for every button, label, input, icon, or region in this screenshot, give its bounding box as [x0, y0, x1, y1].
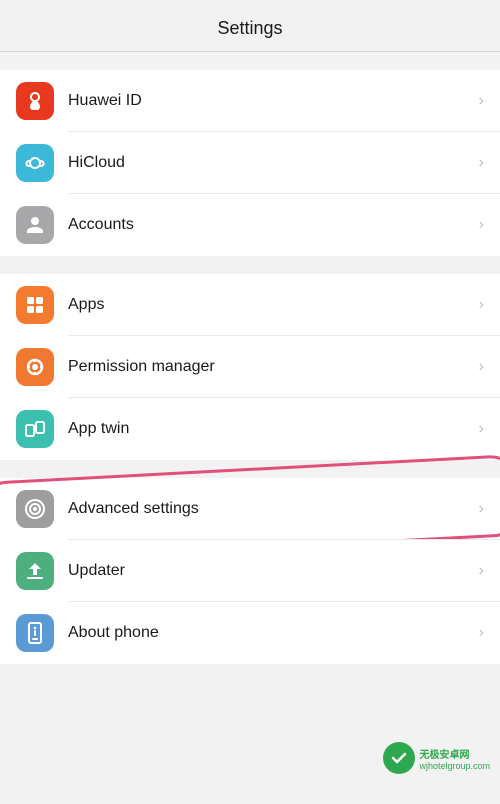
accounts-chevron: ›	[479, 216, 484, 234]
aboutphone-icon	[16, 614, 54, 652]
permission-icon-svg	[23, 355, 47, 379]
permission-manager-label: Permission manager	[68, 358, 479, 376]
accounts-icon	[16, 206, 54, 244]
gap-1	[0, 52, 500, 70]
hicloud-chevron: ›	[479, 154, 484, 172]
apps-chevron: ›	[479, 296, 484, 314]
advanced-settings-label: Advanced settings	[68, 500, 479, 518]
page-title: Settings	[217, 18, 282, 38]
apps-section: Apps › Permission manager ›	[0, 274, 500, 460]
permission-manager-chevron: ›	[479, 358, 484, 376]
updater-label: Updater	[68, 562, 479, 580]
updater-icon-svg	[23, 559, 47, 583]
hicloud-icon	[16, 144, 54, 182]
watermark-site: wjhotelgroup.com	[419, 761, 490, 771]
watermark-text-block: 无极安卓网 wjhotelgroup.com	[419, 746, 490, 771]
apps-item[interactable]: Apps ›	[0, 274, 500, 336]
about-phone-chevron: ›	[479, 624, 484, 642]
advanced-icon-svg	[23, 497, 47, 521]
watermark: 无极安卓网 wjhotelgroup.com	[383, 742, 490, 774]
app-twin-chevron: ›	[479, 420, 484, 438]
watermark-logo-icon	[389, 748, 409, 768]
hicloud-label: HiCloud	[68, 154, 479, 172]
page-header: Settings	[0, 0, 500, 51]
apps-icon	[16, 286, 54, 324]
updater-item[interactable]: Updater ›	[0, 540, 500, 602]
huawei-icon-svg	[23, 89, 47, 113]
page-container: Settings Huawei ID › HiCloud ›	[0, 0, 500, 664]
permission-icon	[16, 348, 54, 386]
accounts-label: Accounts	[68, 216, 479, 234]
apps-icon-svg	[23, 293, 47, 317]
accounts-icon-svg	[23, 213, 47, 237]
watermark-logo	[383, 742, 415, 774]
updater-icon	[16, 552, 54, 590]
advanced-settings-item[interactable]: Advanced settings ›	[0, 478, 500, 540]
huawei-id-label: Huawei ID	[68, 92, 479, 110]
account-section: Huawei ID › HiCloud › Accounts	[0, 70, 500, 256]
updater-chevron: ›	[479, 562, 484, 580]
advanced-icon	[16, 490, 54, 528]
hicloud-item[interactable]: HiCloud ›	[0, 132, 500, 194]
apps-label: Apps	[68, 296, 479, 314]
about-phone-item[interactable]: About phone ›	[0, 602, 500, 664]
aboutphone-icon-svg	[23, 621, 47, 645]
gap-3	[0, 460, 500, 478]
watermark-label: 无极安卓网	[419, 746, 490, 761]
app-twin-item[interactable]: App twin ›	[0, 398, 500, 460]
accounts-item[interactable]: Accounts ›	[0, 194, 500, 256]
app-twin-label: App twin	[68, 420, 479, 438]
hicloud-icon-svg	[23, 151, 47, 175]
about-phone-label: About phone	[68, 624, 479, 642]
apptwin-icon-svg	[23, 417, 47, 441]
huawei-id-item[interactable]: Huawei ID ›	[0, 70, 500, 132]
huawei-id-chevron: ›	[479, 92, 484, 110]
gap-2	[0, 256, 500, 274]
system-section: Advanced settings › Updater ›	[0, 478, 500, 664]
permission-manager-item[interactable]: Permission manager ›	[0, 336, 500, 398]
advanced-settings-chevron: ›	[479, 500, 484, 518]
apptwin-icon	[16, 410, 54, 448]
huawei-icon	[16, 82, 54, 120]
